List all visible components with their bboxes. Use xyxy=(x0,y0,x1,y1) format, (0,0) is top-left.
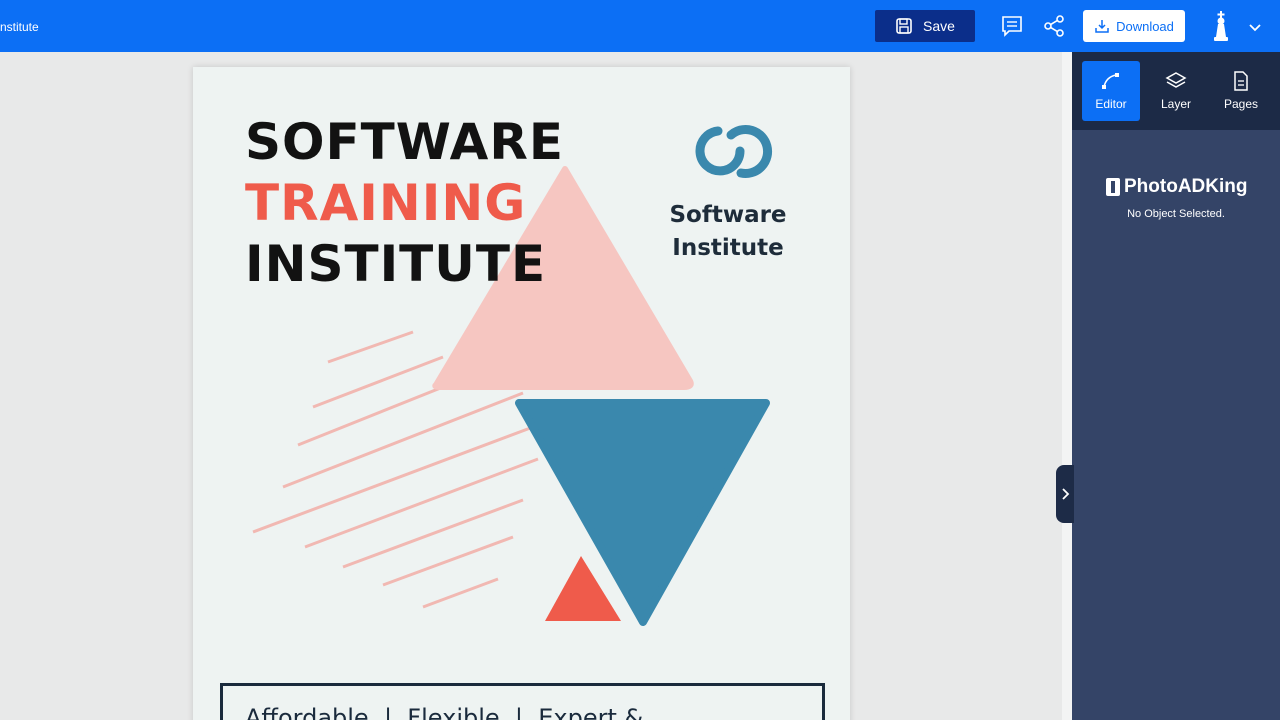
panel-toggle-button[interactable] xyxy=(1056,465,1074,523)
save-button[interactable]: Save xyxy=(875,10,975,42)
share-button[interactable] xyxy=(1041,13,1067,39)
tab-editor[interactable]: Editor xyxy=(1082,61,1140,121)
comment-button[interactable] xyxy=(999,13,1025,39)
chevron-right-icon xyxy=(1062,488,1070,500)
brand-name: PhotoADKing xyxy=(1124,176,1248,197)
logo-text[interactable]: Software Institute xyxy=(658,199,798,265)
editor-icon xyxy=(1102,73,1119,89)
tab-layer-label: Layer xyxy=(1160,97,1192,111)
chess-king-icon xyxy=(1214,11,1228,41)
user-avatar[interactable] xyxy=(1208,10,1234,44)
canvas-scrollbar[interactable] xyxy=(1062,52,1072,720)
poster-headline-line3[interactable]: INSTITUTE xyxy=(245,235,546,293)
brand-logo: PhotoADKing xyxy=(1106,176,1247,198)
chevron-down-icon[interactable] xyxy=(1246,18,1264,36)
logo-mark xyxy=(695,124,773,178)
selection-status: No Object Selected. xyxy=(1127,208,1225,220)
right-panel: Editor Layer Pages PhotoADKing No Object… xyxy=(1072,52,1280,720)
pages-icon xyxy=(1234,71,1248,91)
download-label: Download xyxy=(1116,18,1174,34)
blue-triangle xyxy=(515,399,770,626)
download-button[interactable]: Download xyxy=(1083,10,1185,42)
tab-layer[interactable]: Layer xyxy=(1147,61,1205,121)
tab-pages-label: Pages xyxy=(1223,97,1259,111)
tab-editor-label: Editor xyxy=(1095,97,1127,111)
panel-tab-bar: Editor Layer Pages xyxy=(1072,52,1280,130)
share-icon xyxy=(1044,15,1064,37)
poster-headline-line2[interactable]: TRAINING xyxy=(245,174,526,232)
download-icon xyxy=(1095,20,1109,33)
save-label: Save xyxy=(923,18,955,34)
save-icon xyxy=(896,18,912,34)
features-text: Affordable | Flexible | Expert & xyxy=(245,704,644,720)
logo-line1: Software xyxy=(669,202,787,228)
logo-line2: Institute xyxy=(672,235,784,261)
features-box[interactable]: Affordable | Flexible | Expert & xyxy=(220,683,825,720)
tab-pages[interactable]: Pages xyxy=(1212,61,1270,121)
layers-icon xyxy=(1165,72,1187,88)
document-title[interactable]: nstitute xyxy=(0,20,39,34)
brand-mark-icon xyxy=(1106,178,1120,196)
poster-page[interactable]: SOFTWARE TRAINING INSTITUTE Software Ins… xyxy=(193,67,850,720)
comment-icon xyxy=(1002,16,1022,37)
poster-headline-line1[interactable]: SOFTWARE xyxy=(245,113,564,171)
top-toolbar: nstitute Save Download xyxy=(0,0,1280,52)
